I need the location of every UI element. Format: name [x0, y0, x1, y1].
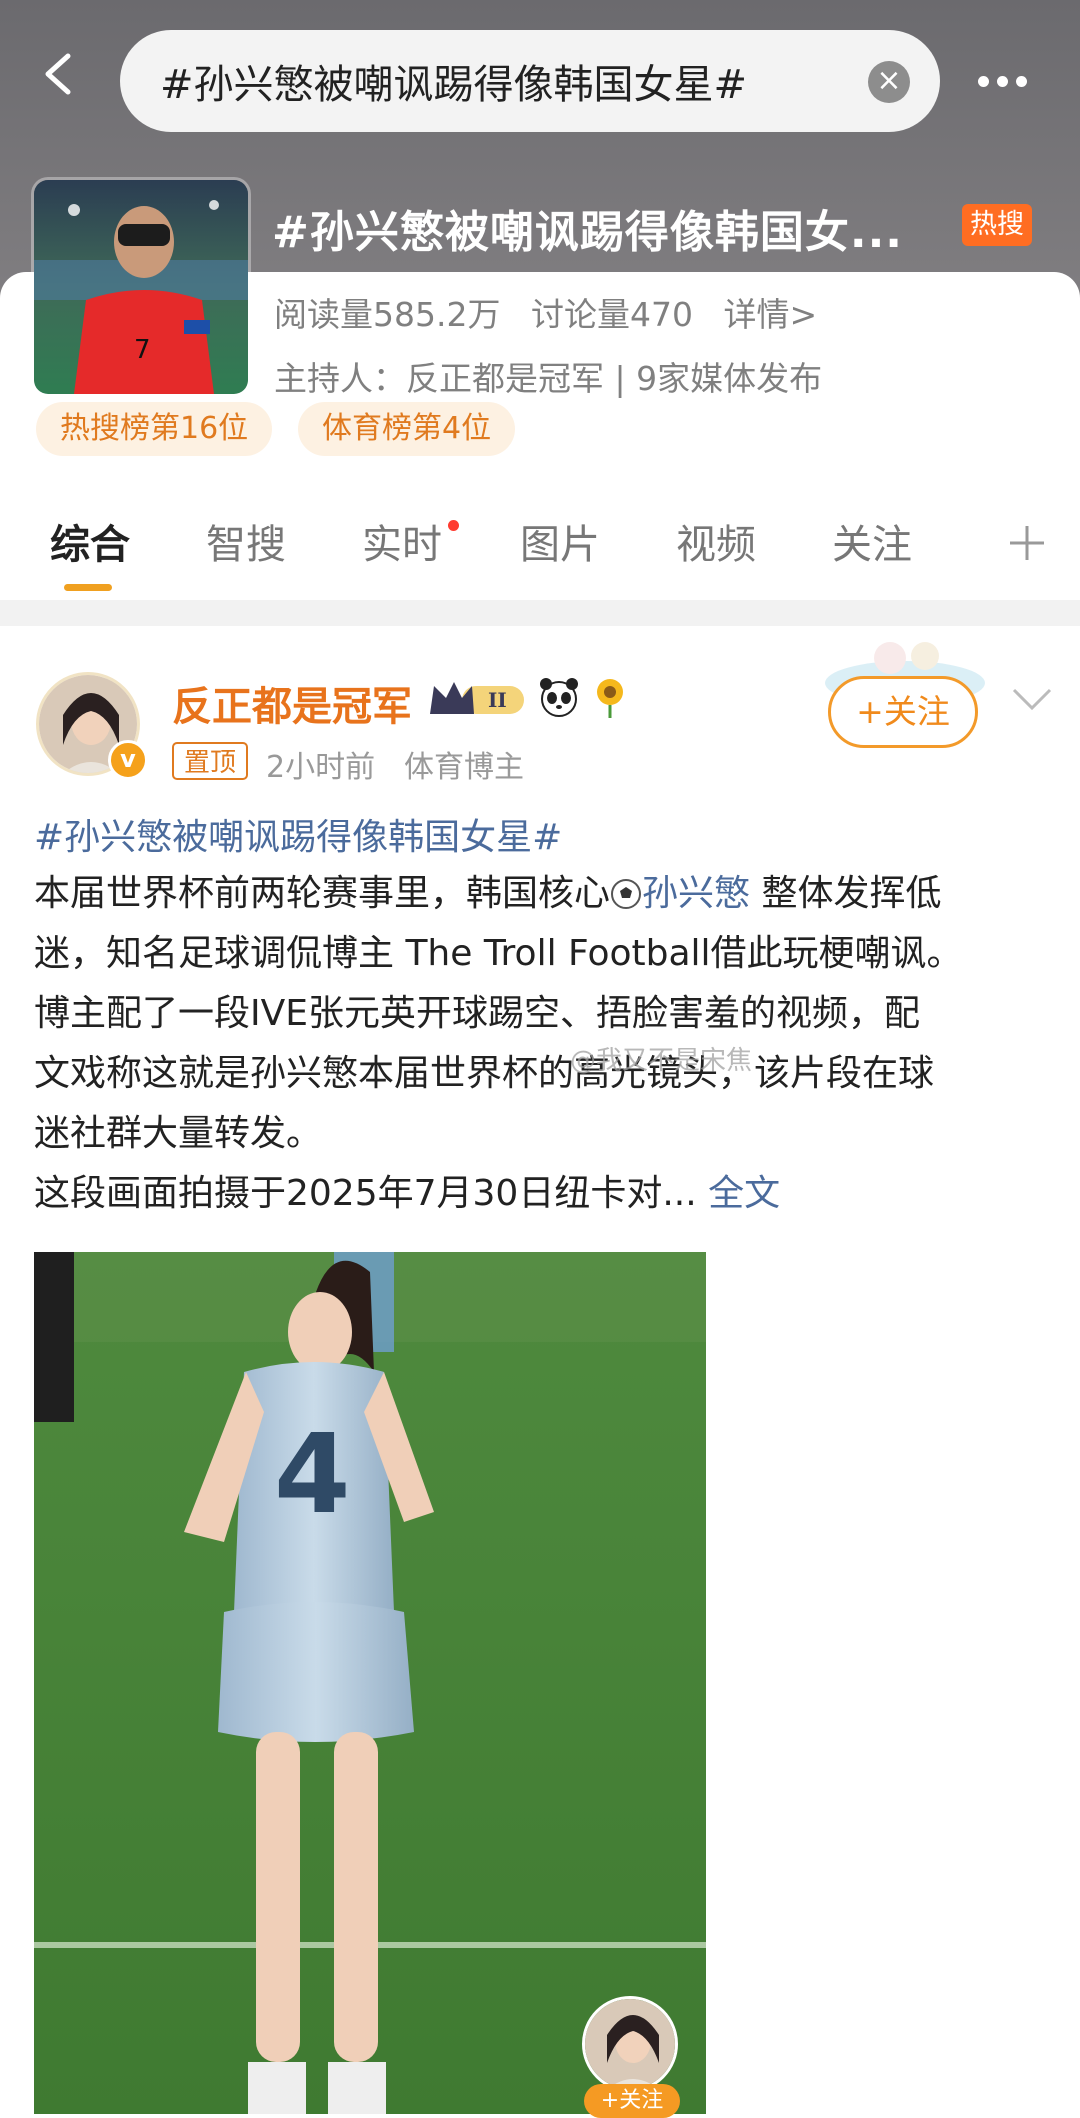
- section-divider: [0, 600, 1080, 626]
- post-line-1: 本届世界杯前两轮赛事里，韩国核心 孙兴慜 整体发挥低: [34, 873, 942, 914]
- post-body: 本届世界杯前两轮赛事里，韩国核心 孙兴慜 整体发挥低 迷，知名足球调侃博主 The…: [34, 864, 1054, 1224]
- tab-videos[interactable]: 视频: [676, 512, 756, 570]
- level-badge-text: II: [488, 688, 507, 712]
- topic-title: #孙兴慜被嘲讽踢得像韩国女...: [272, 207, 904, 258]
- read-count: 阅读量585.2万: [274, 295, 501, 334]
- author-name[interactable]: 反正都是冠军: [172, 674, 412, 732]
- panda-icon: [540, 678, 578, 717]
- mention-link[interactable]: 孙兴慜: [642, 873, 750, 914]
- chevron-down-icon[interactable]: [1012, 688, 1052, 712]
- clear-icon[interactable]: ×: [868, 61, 910, 103]
- tab-following[interactable]: 关注: [832, 512, 912, 570]
- verified-badge: v: [108, 740, 148, 780]
- post-time: 2小时前: [266, 750, 376, 785]
- topic-stats: 阅读量585.2万 讨论量470 详情>: [274, 288, 837, 336]
- top-bar: #孙兴慜被嘲讽踢得像韩国女星# ×: [0, 22, 1080, 132]
- full-text-link[interactable]: 全文: [708, 1173, 780, 1214]
- post-image[interactable]: 4: [34, 1252, 706, 2114]
- jersey-number: 4: [274, 1410, 351, 1538]
- svg-text:7: 7: [134, 335, 151, 365]
- search-input[interactable]: #孙兴慜被嘲讽踢得像韩国女星# ×: [120, 30, 940, 132]
- watermark-text: @我又不是宋焦: [570, 1046, 753, 1076]
- image-follow-button[interactable]: +关注: [584, 2084, 680, 2118]
- post-line-3: 博主配了一段IVE张元英开球踢空、捂脸害羞的视频，配: [34, 993, 920, 1034]
- active-tab-indicator: [64, 584, 112, 591]
- back-icon[interactable]: [38, 52, 82, 96]
- hot-search-badge: 热搜: [962, 204, 1032, 246]
- search-query-text: #孙兴慜被嘲讽踢得像韩国女星#: [160, 62, 748, 108]
- hot-rank-tag[interactable]: 热搜榜第16位: [36, 402, 273, 456]
- topic-cover-image: 7: [34, 180, 248, 394]
- discussion-count: 讨论量470: [530, 295, 693, 334]
- add-tab-icon[interactable]: [1008, 524, 1046, 562]
- sunflower-icon: [597, 679, 623, 718]
- follow-button[interactable]: +关注: [828, 676, 978, 748]
- author-role: 体育博主: [404, 750, 524, 785]
- post-line-2: 迷，知名足球调侃博主 The Troll Football借此玩梗嘲讽。: [34, 933, 963, 974]
- post-line-4: 文戏称这就是孙兴慜本届世界杯的高光镜头，该片段在球: [34, 1053, 935, 1094]
- post-line-6: 这段画面拍摄于2025年7月30日纽卡对... 全文: [34, 1173, 781, 1214]
- tab-realtime[interactable]: 实时: [362, 512, 442, 570]
- tab-comprehensive[interactable]: 综合: [50, 512, 130, 570]
- tab-bar: 综合 智搜 实时 图片 视频 关注: [0, 512, 1080, 598]
- post-hashtag[interactable]: #孙兴慜被嘲讽踢得像韩国女星#: [34, 808, 562, 860]
- sport-rank-tag[interactable]: 体育榜第4位: [298, 402, 516, 456]
- tab-images[interactable]: 图片: [520, 512, 600, 570]
- topic-host: 主持人：反正都是冠军 | 9家媒体发布: [274, 359, 823, 398]
- details-link[interactable]: 详情>: [723, 295, 817, 334]
- image-author-avatar[interactable]: [582, 1996, 678, 2092]
- more-icon[interactable]: [978, 72, 1038, 88]
- crown-level-icon: II: [430, 682, 524, 714]
- pinned-badge: 置顶: [172, 742, 249, 780]
- soccer-ball-icon: [611, 879, 642, 909]
- realtime-new-dot: [448, 520, 459, 531]
- post-line-5: 迷社群大量转发。: [34, 1113, 323, 1154]
- tab-smart-search[interactable]: 智搜: [206, 512, 286, 570]
